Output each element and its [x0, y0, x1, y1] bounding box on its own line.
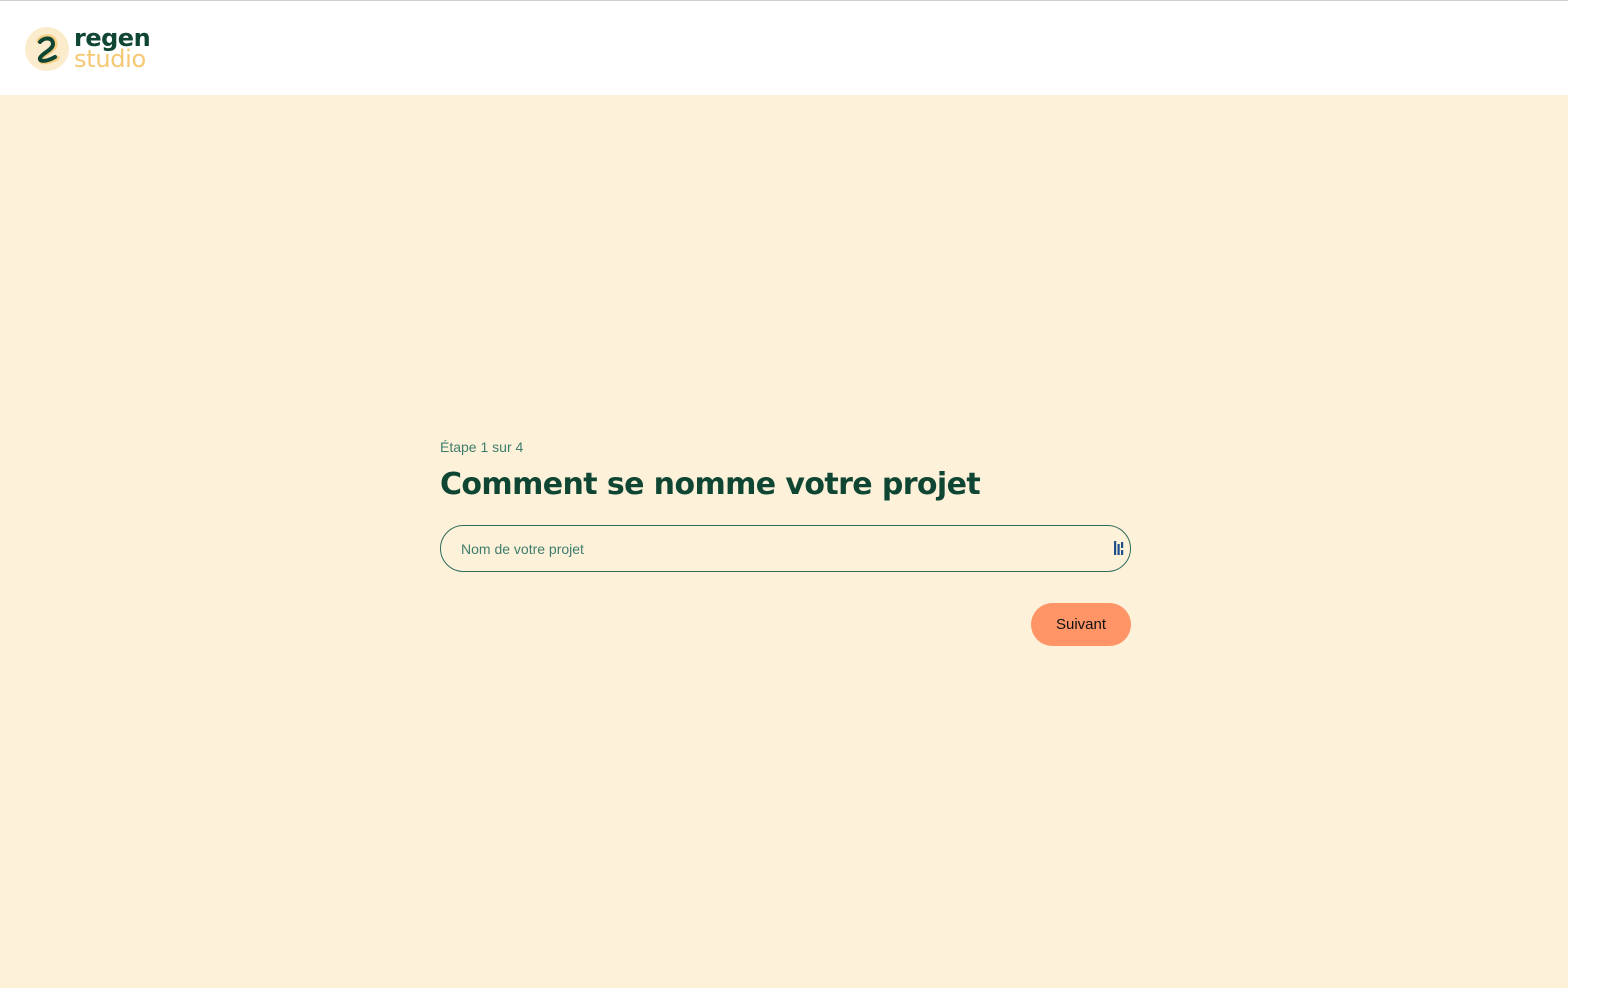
browser-frame: regen studio Étape 1 sur 4 Comment se no… — [0, 0, 1597, 1006]
project-name-field — [440, 525, 1131, 572]
project-name-input[interactable] — [440, 525, 1131, 572]
project-name-step: Étape 1 sur 4 Comment se nomme votre pro… — [440, 437, 1131, 646]
regen-swirl-logo-icon — [25, 27, 69, 71]
page-title: Comment se nomme votre projet — [440, 467, 981, 502]
password-manager-autofill-icon[interactable] — [1113, 540, 1127, 556]
regen-studio-logo[interactable]: regen studio — [25, 25, 151, 73]
top-header: regen studio — [0, 1, 1568, 95]
form-actions: Suivant — [440, 603, 1131, 646]
next-button[interactable]: Suivant — [1031, 603, 1131, 646]
app-window: regen studio Étape 1 sur 4 Comment se no… — [0, 0, 1568, 988]
brand-name-studio: studio — [74, 45, 146, 73]
step-indicator: Étape 1 sur 4 — [440, 439, 524, 455]
